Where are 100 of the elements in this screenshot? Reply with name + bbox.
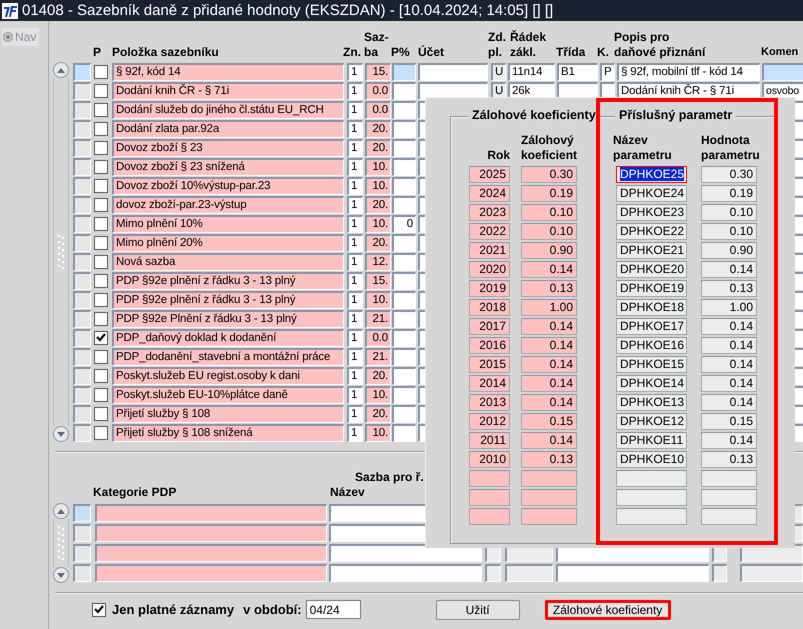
text-field[interactable]	[616, 508, 687, 525]
text-field[interactable]	[329, 544, 482, 562]
text-field[interactable]: 1	[347, 62, 363, 80]
text-field[interactable]	[701, 489, 757, 506]
text-field[interactable]: 15.	[365, 272, 391, 290]
checkbox[interactable]	[94, 388, 108, 402]
text-field[interactable]: 0.14	[701, 432, 757, 449]
text-field[interactable]	[616, 489, 687, 506]
text-field[interactable]	[392, 100, 416, 118]
text-field[interactable]: 10.	[365, 158, 391, 176]
text-field[interactable]: 20.	[365, 138, 391, 156]
grip-icon[interactable]	[57, 525, 65, 561]
row-selector[interactable]	[73, 524, 91, 542]
text-field[interactable]: DPHKOE16	[616, 337, 687, 354]
row-selector[interactable]	[73, 366, 91, 384]
scroll-up-button[interactable]	[53, 503, 69, 519]
text-field[interactable]: PDP §92e plnění z řádku 3 - 13 plný	[112, 272, 344, 290]
checkbox[interactable]	[94, 160, 108, 174]
text-field[interactable]: P	[600, 62, 615, 80]
text-field[interactable]	[392, 348, 416, 366]
text-field[interactable]: PDP_dodanění_stavební a montážní práce	[112, 348, 344, 366]
text-field[interactable]: § 92f, kód 14	[112, 62, 344, 80]
text-field[interactable]: 1	[347, 82, 363, 100]
text-field[interactable]: Přijetí služby § 108	[112, 404, 344, 422]
scroll-down-button[interactable]	[53, 426, 69, 442]
text-field[interactable]: 10.	[365, 386, 391, 404]
text-field[interactable]: 2021	[469, 242, 510, 259]
text-field[interactable]: 1	[347, 100, 363, 118]
checkbox[interactable]	[92, 602, 106, 616]
text-field[interactable]: Nová sazba	[112, 252, 344, 270]
checkbox[interactable]	[94, 102, 108, 116]
text-field[interactable]: DPHKOE13	[616, 394, 687, 411]
checkbox[interactable]	[94, 426, 108, 440]
text-field[interactable]	[392, 310, 416, 328]
checkbox[interactable]	[94, 292, 108, 306]
text-field[interactable]: 10.	[365, 424, 391, 442]
row-selector[interactable]	[73, 82, 91, 100]
text-field[interactable]	[392, 290, 416, 308]
text-field[interactable]: Poskyt.služeb EU regist.osoby k dani	[112, 366, 344, 384]
text-field[interactable]	[392, 82, 416, 100]
text-field[interactable]	[392, 252, 416, 270]
text-field[interactable]	[469, 470, 510, 487]
text-field[interactable]: 0	[392, 214, 416, 232]
text-field[interactable]: 0.13	[701, 280, 757, 297]
text-field[interactable]: 0.13	[701, 451, 757, 468]
text-field[interactable]: DPHKOE23	[616, 204, 687, 221]
text-field[interactable]: 0.15	[521, 413, 577, 430]
text-field[interactable]	[469, 508, 510, 525]
text-field[interactable]: 1	[347, 176, 363, 194]
text-field[interactable]: 1	[347, 290, 363, 308]
text-field[interactable]: 10.	[365, 214, 391, 232]
text-field[interactable]: § 92f, mobilní tlf - kód 14	[617, 62, 760, 80]
text-field[interactable]: osvobo	[762, 82, 803, 100]
text-field[interactable]: 0.14	[521, 261, 577, 278]
text-field[interactable]: 0.30	[701, 166, 757, 183]
text-field[interactable]: 0.10	[521, 204, 577, 221]
text-field[interactable]: 1	[347, 214, 363, 232]
grip-icon[interactable]	[57, 234, 65, 270]
text-field[interactable]: 0.14	[701, 337, 757, 354]
text-field[interactable]: Poskyt.služeb EU-10%plátce daně	[112, 386, 344, 404]
text-field[interactable]: PDP §92e plnění z řádku 3 - 13 plný	[112, 290, 344, 308]
text-field[interactable]	[418, 82, 488, 100]
checkbox[interactable]	[94, 140, 108, 154]
text-field[interactable]	[392, 138, 416, 156]
row-selector[interactable]	[73, 272, 91, 290]
text-field[interactable]: DPHKOE17	[616, 318, 687, 335]
text-field[interactable]: 2018	[469, 299, 510, 316]
text-field[interactable]	[521, 470, 577, 487]
text-field[interactable]: DPHKOE18	[616, 299, 687, 316]
text-field[interactable]: 1	[347, 252, 363, 270]
text-field[interactable]: 0.14	[701, 261, 757, 278]
text-field[interactable]: 0.90	[521, 242, 577, 259]
text-field[interactable]: 20.	[365, 196, 391, 214]
text-field[interactable]: 0.14	[701, 356, 757, 373]
text-field[interactable]: 20.	[365, 366, 391, 384]
text-field[interactable]: 2022	[469, 223, 510, 240]
text-field[interactable]: 10.	[365, 290, 391, 308]
text-field[interactable]: 0.10	[701, 204, 757, 221]
text-field[interactable]: DPHKOE22	[616, 223, 687, 240]
row-selector[interactable]	[73, 404, 91, 422]
text-field[interactable]: 1.00	[701, 299, 757, 316]
text-field[interactable]: PDP_daňový doklad k dodanění	[112, 328, 344, 346]
text-field[interactable]: 0.14	[521, 337, 577, 354]
text-field[interactable]	[712, 564, 727, 582]
text-field[interactable]: 0.10	[701, 223, 757, 240]
text-field[interactable]: Dovoz zboží § 23	[112, 138, 344, 156]
checkbox[interactable]	[94, 216, 108, 230]
text-field[interactable]: B1	[557, 62, 598, 80]
text-field[interactable]	[392, 328, 416, 346]
text-field[interactable]: 1	[347, 234, 363, 252]
text-field[interactable]: 1	[347, 310, 363, 328]
text-field[interactable]	[392, 272, 416, 290]
text-field[interactable]: 2013	[469, 394, 510, 411]
text-field[interactable]: 0.13	[521, 280, 577, 297]
text-field[interactable]: 21.	[365, 348, 391, 366]
text-field[interactable]	[392, 196, 416, 214]
text-field[interactable]: 1	[347, 386, 363, 404]
text-field[interactable]: 2016	[469, 337, 510, 354]
text-field[interactable]: DPHKOE24	[616, 185, 687, 202]
text-field[interactable]: DPHKOE10	[616, 451, 687, 468]
